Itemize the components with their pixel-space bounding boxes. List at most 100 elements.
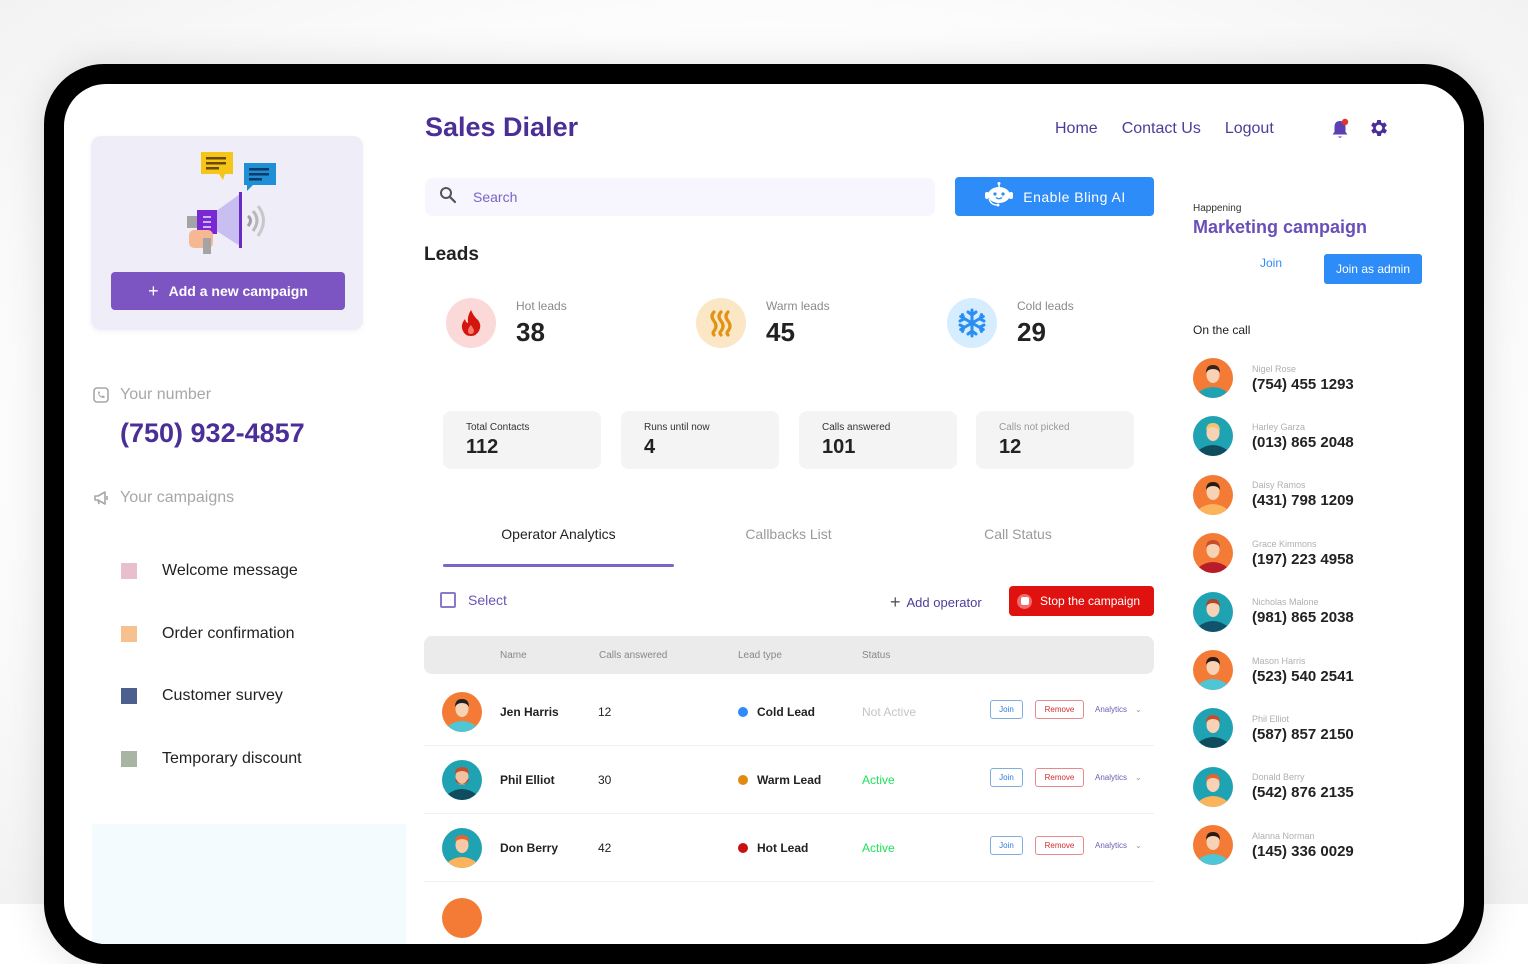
app-screen: + Add a new campaign Your number (750) 9… [64, 84, 1464, 944]
caller-phone: (542) 876 2135 [1252, 784, 1354, 802]
caller-item[interactable]: Grace Kimmons (197) 223 4958 [1193, 533, 1354, 574]
chevron-down-icon: ⌄ [1135, 841, 1142, 850]
remove-button[interactable]: Remove [1035, 836, 1084, 855]
lead-type-dot [738, 775, 748, 785]
on-the-call-label: On the call [1193, 323, 1251, 337]
caller-item[interactable]: Nicholas Malone (981) 865 2038 [1193, 591, 1354, 632]
campaign-list: Welcome message Order confirmation Custo… [121, 540, 302, 790]
kpi-label: Calls not picked [999, 422, 1070, 433]
your-number-label-row: Your number [92, 386, 211, 404]
campaign-item[interactable]: Customer survey [121, 665, 302, 728]
sidebar-bottom-panel [92, 824, 406, 944]
enable-bling-ai-label: Enable Bling AI [1023, 188, 1126, 205]
analytics-dropdown[interactable]: Analytics ⌄ [1095, 841, 1142, 850]
join-button[interactable]: Join [990, 700, 1023, 719]
caller-item[interactable]: Nigel Rose (754) 455 1293 [1193, 358, 1354, 398]
lead-type-dot [738, 707, 748, 717]
add-operator-button[interactable]: + Add operator [890, 592, 982, 613]
calls-answered: 42 [598, 841, 612, 855]
lead-type: Cold Lead [738, 705, 815, 719]
hot-leads-label: Hot leads [516, 298, 567, 313]
status-badge: Active [862, 841, 895, 855]
robot-icon [983, 182, 1015, 211]
kpi-label: Runs until now [644, 422, 710, 433]
campaign-color-swatch [121, 625, 137, 642]
select-all[interactable]: Select [440, 592, 507, 608]
select-all-checkbox[interactable] [440, 592, 456, 608]
campaign-item[interactable]: Order confirmation [121, 603, 302, 666]
caller-name: Mason Harris [1252, 655, 1306, 666]
campaign-item[interactable]: Temporary discount [121, 728, 302, 791]
warm-leads-label: Warm leads [766, 298, 830, 313]
table-header: Name Calls answered Lead type Status [424, 636, 1154, 674]
caller-item[interactable]: Phil Elliot (587) 857 2150 [1193, 708, 1354, 749]
join-button[interactable]: Join [990, 768, 1023, 787]
tab-callbacks-list[interactable]: Callbacks List [674, 526, 903, 542]
avatar [1193, 825, 1233, 866]
remove-button[interactable]: Remove [1035, 768, 1084, 787]
stop-campaign-button[interactable]: Stop the campaign [1009, 586, 1154, 616]
tab-operator-analytics[interactable]: Operator Analytics [443, 526, 674, 542]
analytics-dropdown[interactable]: Analytics ⌄ [1095, 705, 1142, 714]
table-row: Phil Elliot 30 Warm Lead Active Join Rem… [424, 746, 1154, 814]
remove-button[interactable]: Remove [1035, 700, 1084, 719]
hot-leads-stat: Hot leads 38 [446, 298, 567, 348]
gear-icon[interactable] [1368, 117, 1390, 144]
add-campaign-button[interactable]: + Add a new campaign [111, 272, 345, 310]
kpi-calls-not-picked: Calls not picked 12 [976, 411, 1134, 469]
campaign-color-swatch [121, 563, 137, 580]
megaphone-icon [92, 489, 110, 507]
caller-item[interactable]: Harley Garza (013) 865 2048 [1193, 416, 1354, 457]
join-button[interactable]: Join [990, 836, 1023, 855]
analytics-dropdown[interactable]: Analytics ⌄ [1095, 773, 1142, 782]
nav-home[interactable]: Home [1055, 120, 1098, 138]
avatar [1193, 474, 1233, 515]
kpi-total-contacts: Total Contacts 112 [443, 411, 601, 469]
lead-type-label: Cold Lead [757, 705, 816, 719]
cold-leads-value: 29 [1017, 316, 1046, 347]
caller-name: Nigel Rose [1252, 363, 1297, 374]
caller-name: Harley Garza [1252, 421, 1306, 432]
phone-icon [92, 386, 110, 404]
caller-phone: (197) 223 4958 [1252, 550, 1354, 568]
hot-leads-value: 38 [516, 316, 545, 347]
caller-item[interactable]: Donald Berry (542) 876 2135 [1193, 766, 1354, 807]
kpi-value: 112 [466, 436, 499, 458]
avatar [1193, 708, 1233, 749]
chevron-down-icon: ⌄ [1135, 705, 1142, 714]
calls-answered: 12 [598, 705, 612, 719]
tab-call-status[interactable]: Call Status [903, 526, 1133, 542]
search-input[interactable] [473, 189, 873, 205]
your-campaigns-label-row: Your campaigns [92, 489, 234, 507]
avatar [1193, 591, 1233, 632]
caller-item[interactable]: Mason Harris (523) 540 2541 [1193, 650, 1354, 690]
enable-bling-ai-button[interactable]: Enable Bling AI [955, 177, 1154, 216]
bell-icon[interactable] [1331, 118, 1349, 145]
caller-item[interactable]: Alanna Norman (145) 336 0029 [1193, 825, 1354, 866]
caller-item[interactable]: Daisy Ramos (431) 798 1209 [1193, 474, 1354, 515]
operator-name: Don Berry [500, 841, 559, 855]
top-nav: Home Contact Us Logout [1055, 120, 1274, 138]
join-campaign-button[interactable]: Join [1260, 256, 1282, 270]
leads-title: Leads [424, 244, 479, 265]
join-as-admin-button[interactable]: Join as admin [1324, 254, 1422, 284]
caller-name: Alanna Norman [1252, 830, 1315, 841]
chevron-down-icon: ⌄ [1135, 773, 1142, 782]
kpi-runs-until-now: Runs until now 4 [621, 411, 779, 469]
table-row: Jen Harris 12 Cold Lead Not Active Join … [424, 678, 1154, 746]
avatar [442, 760, 482, 800]
kpi-value: 101 [822, 436, 856, 458]
nav-logout[interactable]: Logout [1225, 120, 1274, 138]
column-header-status: Status [862, 650, 891, 661]
avatar [1193, 358, 1233, 398]
campaign-name: Temporary discount [162, 749, 302, 767]
lead-type-dot [738, 843, 748, 853]
lead-type: Hot Lead [738, 841, 808, 855]
heat-waves-icon [696, 298, 746, 348]
lead-type-label: Hot Lead [757, 841, 809, 855]
warm-leads-value: 45 [766, 316, 795, 347]
campaign-item[interactable]: Welcome message [121, 540, 302, 603]
nav-contact-us[interactable]: Contact Us [1122, 120, 1201, 138]
app-title: Sales Dialer [425, 112, 579, 142]
warm-leads-stat: Warm leads 45 [696, 298, 830, 348]
